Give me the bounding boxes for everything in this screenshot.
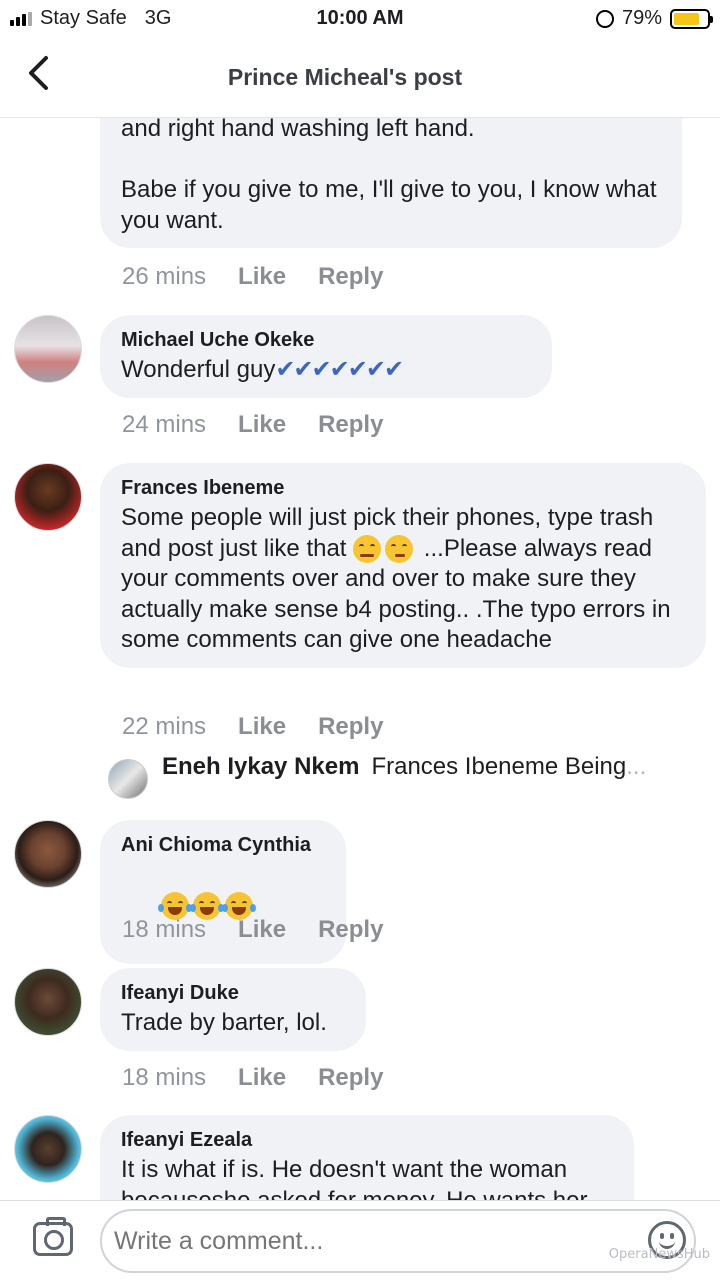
smirk-emoji-icon bbox=[385, 535, 414, 564]
reply-button[interactable]: Reply bbox=[318, 1064, 383, 1092]
comments-feed[interactable]: and right hand washing left hand. Babe i… bbox=[0, 118, 720, 1200]
comment-bubble[interactable]: Ifeanyi Duke Trade by barter, lol. bbox=[100, 968, 366, 1051]
like-button[interactable]: Like bbox=[238, 263, 286, 291]
rotation-lock-icon bbox=[595, 9, 614, 28]
commenter-name[interactable]: Michael Uche Okeke bbox=[121, 327, 532, 353]
battery-icon bbox=[670, 8, 713, 29]
commenter-name[interactable]: Frances Ibeneme bbox=[121, 475, 686, 501]
comment-time: 22 mins bbox=[122, 713, 207, 740]
reply-text: Frances Ibeneme Being bbox=[371, 753, 627, 780]
comment-time: 18 mins bbox=[122, 916, 207, 943]
comment-actions: 24 mins Like Reply bbox=[122, 411, 383, 439]
comment-bubble[interactable]: Frances Ibeneme Some people will just pi… bbox=[100, 463, 706, 668]
comment-actions: 18 mins Like Reply bbox=[122, 916, 383, 944]
comment-actions: 18 mins Like Reply bbox=[122, 1064, 383, 1092]
comment-bubble[interactable]: Michael Uche Okeke Wonderful guy✔✔✔✔✔✔✔ bbox=[100, 315, 552, 398]
reply-author-name[interactable]: Eneh Iykay Nkem bbox=[162, 753, 359, 781]
reply-button[interactable]: Reply bbox=[318, 916, 383, 944]
reply-preview[interactable]: Eneh Iykay Nkem Frances Ibeneme Being... bbox=[106, 753, 706, 781]
status-right: 79% bbox=[595, 7, 713, 30]
reply-button[interactable]: Reply bbox=[318, 263, 383, 291]
comment-composer: OperaNewsHub bbox=[0, 1200, 720, 1280]
avatar[interactable] bbox=[14, 820, 82, 888]
like-button[interactable]: Like bbox=[238, 411, 286, 439]
comment-time: 24 mins bbox=[122, 411, 207, 438]
camera-icon[interactable] bbox=[33, 1217, 73, 1256]
comment-bubble[interactable]: and right hand washing left hand. Babe i… bbox=[100, 118, 682, 248]
comment-bubble[interactable]: Ifeanyi Ezeala It is what if is. He does… bbox=[100, 1115, 634, 1200]
comment-text: and right hand washing left hand. Babe i… bbox=[121, 118, 657, 234]
comment-text: Trade by barter, lol. bbox=[121, 1009, 327, 1036]
like-button[interactable]: Like bbox=[238, 916, 286, 944]
post-header: Prince Micheal's post bbox=[0, 38, 720, 118]
reply-ellipsis: ... bbox=[626, 753, 647, 780]
comment-actions: 22 mins Like Reply bbox=[122, 713, 383, 741]
commenter-name[interactable]: Ifeanyi Ezeala bbox=[121, 1127, 614, 1153]
comment-text: Wonderful guy bbox=[121, 356, 276, 383]
reply-button[interactable]: Reply bbox=[318, 713, 383, 741]
commenter-name[interactable]: Ifeanyi Duke bbox=[121, 980, 346, 1006]
comment-time: 26 mins bbox=[122, 263, 207, 290]
page-title: Prince Micheal's post bbox=[227, 64, 463, 90]
commenter-name[interactable]: Ani Chioma Cynthia bbox=[121, 832, 326, 858]
comment-actions: 26 mins Like Reply bbox=[122, 263, 383, 291]
like-button[interactable]: Like bbox=[238, 713, 286, 741]
avatar[interactable] bbox=[14, 968, 82, 1036]
checkmark-emojis: ✔✔✔✔✔✔✔ bbox=[275, 356, 404, 383]
comment-text: It is what if is. He doesn't want the wo… bbox=[121, 1156, 588, 1200]
like-button[interactable]: Like bbox=[238, 1064, 286, 1092]
comment-input[interactable] bbox=[100, 1209, 696, 1273]
comment-time: 18 mins bbox=[122, 1064, 207, 1091]
battery-percent: 79% bbox=[621, 7, 662, 29]
avatar[interactable] bbox=[14, 315, 82, 383]
watermark: OperaNewsHub bbox=[608, 1247, 710, 1262]
status-bar: Stay Safe 3G 10:00 AM 79% bbox=[0, 0, 720, 38]
avatar[interactable] bbox=[14, 463, 82, 531]
thinking-emoji-icon bbox=[353, 535, 382, 564]
avatar[interactable] bbox=[14, 1115, 82, 1183]
reply-button[interactable]: Reply bbox=[318, 411, 383, 439]
